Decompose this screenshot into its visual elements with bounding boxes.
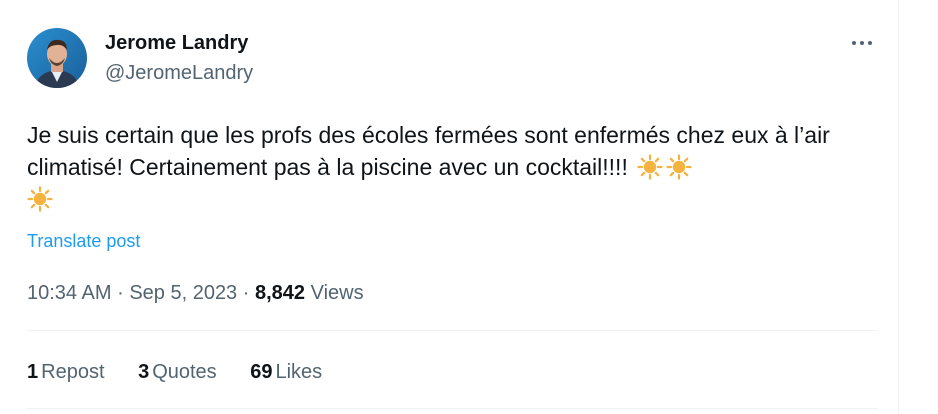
tweet-time[interactable]: 10:34 AM	[27, 282, 112, 304]
reposts-count: 1	[27, 361, 39, 383]
tweet-metadata: 10:34 AM · Sep 5, 2023 · 8,842 Views	[27, 281, 364, 305]
tweet-text: Je suis certain que les profs des écoles…	[27, 119, 872, 215]
translate-post-link[interactable]: Translate post	[27, 231, 140, 252]
divider	[27, 408, 878, 409]
tweet-body: Je suis certain que les profs des écoles…	[27, 122, 830, 180]
column-border	[898, 0, 899, 414]
more-horizontal-icon	[852, 41, 856, 45]
likes-label: Likes	[275, 361, 323, 383]
likes-stat[interactable]: 69 Likes	[250, 360, 322, 384]
tweet-date[interactable]: Sep 5, 2023	[129, 282, 237, 304]
views-label: Views	[310, 282, 364, 304]
more-options-button[interactable]	[844, 30, 880, 56]
meta-separator: ·	[117, 282, 124, 304]
sun-emoji	[666, 154, 692, 180]
quotes-count: 3	[138, 361, 150, 383]
author-handle[interactable]: @JeromeLandry	[105, 61, 253, 85]
quotes-stat[interactable]: 3 Quotes	[138, 360, 217, 384]
meta-separator: ·	[242, 282, 250, 304]
engagement-stats: 1 Repost 3 Quotes 69 Likes	[27, 360, 350, 384]
quotes-label: Quotes	[152, 361, 217, 383]
views-count: 8,842	[254, 282, 306, 304]
likes-count: 69	[250, 361, 273, 383]
reposts-stat[interactable]: 1 Repost	[27, 360, 105, 384]
avatar[interactable]	[27, 28, 87, 88]
author-display-name[interactable]: Jerome Landry	[105, 31, 248, 55]
sun-emoji	[27, 186, 53, 212]
divider	[27, 330, 878, 331]
sun-emoji	[637, 154, 663, 180]
reposts-label: Repost	[41, 361, 105, 383]
